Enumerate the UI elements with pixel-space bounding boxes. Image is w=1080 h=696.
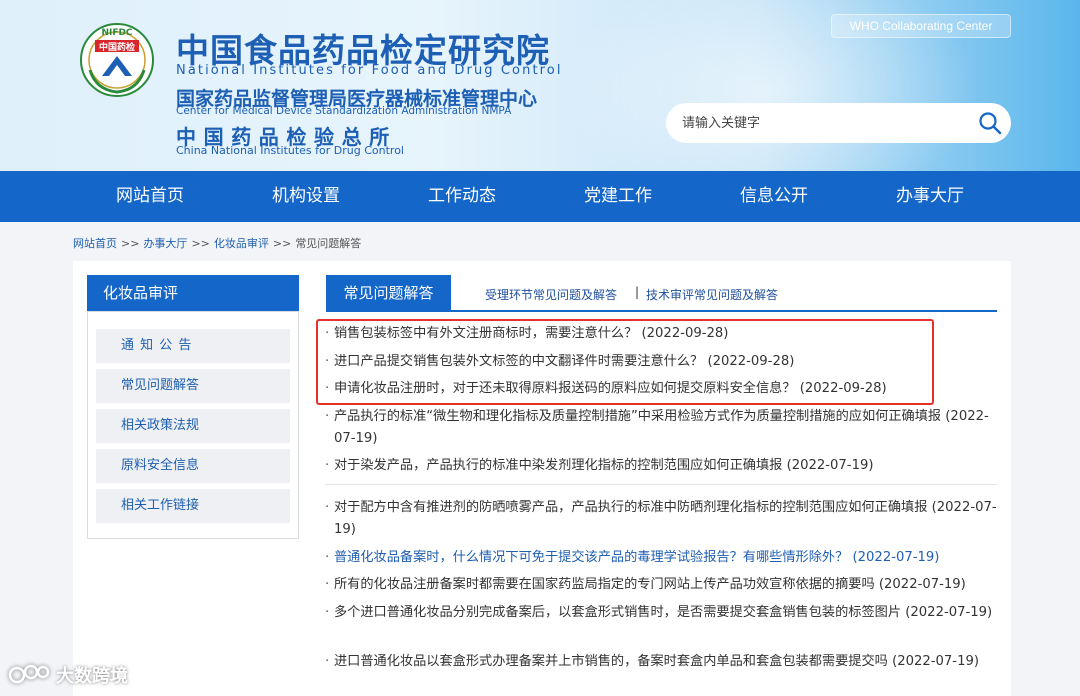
tab-technical-review-faq[interactable]: 技术审评常见问题及解答 bbox=[646, 286, 778, 303]
faq-item[interactable]: · 对于染发产品，产品执行的标准中染发剂理化指标的控制范围应如何正确填报 (202… bbox=[325, 455, 1005, 477]
faq-item[interactable]: · 对于配方中含有推进剂的防晒喷雾产品，产品执行的标准中防晒剂理化指标的控制范围应… bbox=[325, 497, 1005, 541]
bullet: · bbox=[325, 409, 330, 424]
tab-divider: | bbox=[635, 285, 640, 299]
search-box bbox=[666, 103, 1011, 143]
bullet: · bbox=[325, 326, 330, 341]
tab-acceptance-faq[interactable]: 受理环节常见问题及解答 bbox=[485, 286, 617, 303]
faq-item[interactable]: · 多个进口普通化妆品分别完成备案后，以套盒形式销售时，是否需要提交套盒销售包装的… bbox=[325, 602, 1005, 624]
breadcrumb-separator: >> bbox=[121, 237, 140, 250]
logo-badge-text: 中国药检 bbox=[99, 41, 135, 53]
nav-item-service-hall[interactable]: 办事大厅 bbox=[870, 171, 990, 222]
nav-item-news[interactable]: 工作动态 bbox=[402, 171, 522, 222]
main-nav: 网站首页 机构设置 工作动态 党建工作 信息公开 办事大厅 bbox=[0, 171, 1080, 222]
sidebar-title: 化妆品审评 bbox=[87, 275, 299, 311]
nav-item-party-building[interactable]: 党建工作 bbox=[558, 171, 678, 222]
nifdc-logo[interactable]: NIFDC 中国药检 bbox=[78, 20, 156, 100]
bullet: · bbox=[325, 654, 330, 669]
who-collaborating-center-link[interactable]: WHO Collaborating Center bbox=[831, 14, 1011, 38]
search-input[interactable] bbox=[682, 112, 962, 134]
faq-item[interactable]: · 申请化妆品注册时，对于还未取得原料报送码的原料应如何提交原料安全信息？ (20… bbox=[325, 378, 1005, 400]
faq-item[interactable]: · 进口产品提交销售包装外文标签的中文翻译件时需要注意什么？ (2022-09-2… bbox=[325, 351, 1005, 373]
faq-item[interactable]: · 进口普通化妆品以套盒形式办理备案并上市销售的，备案时套盒内单品和套盒包装都需要… bbox=[325, 651, 1005, 673]
sidebar-item-ingredient-safety[interactable]: 原料安全信息 bbox=[96, 449, 290, 483]
breadcrumb-service-hall[interactable]: 办事大厅 bbox=[143, 237, 187, 250]
faq-item-text[interactable]: 进口产品提交销售包装外文标签的中文翻译件时需要注意什么？ (2022-09-28… bbox=[325, 351, 1005, 373]
faq-item[interactable]: · 普通化妆品备案时，什么情况下可免于提交该产品的毒理学试验报告？有哪些情形除外？… bbox=[325, 547, 1005, 569]
faq-item[interactable]: · 销售包装标签中有外文注册商标时，需要注意什么？ (2022-09-28) bbox=[325, 323, 1005, 345]
faq-item-text[interactable]: 进口普通化妆品以套盒形式办理备案并上市销售的，备案时套盒内单品和套盒包装都需要提… bbox=[325, 651, 1005, 673]
faq-item-text[interactable]: 销售包装标签中有外文注册商标时，需要注意什么？ (2022-09-28) bbox=[325, 323, 1005, 345]
site-title-en: National Institutes for Food and Drug Co… bbox=[176, 63, 563, 78]
nav-item-info-disclosure[interactable]: 信息公开 bbox=[714, 171, 834, 222]
breadcrumb-cosmetics-review[interactable]: 化妆品审评 bbox=[214, 237, 269, 250]
breadcrumb: 网站首页 >> 办事大厅 >> 化妆品审评 >> 常见问题解答 bbox=[73, 235, 361, 251]
bullet: · bbox=[325, 381, 330, 396]
subtitle-2-en: China National Institutes for Drug Contr… bbox=[176, 144, 404, 157]
faq-item-text[interactable]: 普通化妆品备案时，什么情况下可免于提交该产品的毒理学试验报告？有哪些情形除外？ … bbox=[325, 547, 1005, 569]
breadcrumb-home[interactable]: 网站首页 bbox=[73, 237, 117, 250]
faq-item[interactable]: · 所有的化妆品注册备案时都需要在国家药监局指定的专门网站上传产品功效宣称依据的摘… bbox=[325, 574, 1005, 596]
sidebar-item-policies[interactable]: 相关政策法规 bbox=[96, 409, 290, 443]
bullet: · bbox=[325, 458, 330, 473]
breadcrumb-separator: >> bbox=[272, 237, 292, 250]
list-divider bbox=[325, 484, 997, 485]
bullet: · bbox=[325, 550, 330, 565]
faq-item-text[interactable]: 多个进口普通化妆品分别完成备案后，以套盒形式销售时，是否需要提交套盒销售包装的标… bbox=[325, 602, 1005, 624]
faq-item-text[interactable]: 对于染发产品，产品执行的标准中染发剂理化指标的控制范围应如何正确填报 (2022… bbox=[325, 455, 1005, 477]
nav-item-organization[interactable]: 机构设置 bbox=[246, 171, 366, 222]
logo-arc-text: NIFDC bbox=[101, 28, 132, 38]
search-icon[interactable] bbox=[978, 111, 1002, 135]
watermark-text: 大数跨境 bbox=[56, 666, 128, 687]
tab-underline bbox=[326, 310, 997, 312]
sidebar-item-notices[interactable]: 通 知 公 告 bbox=[96, 329, 290, 363]
watermark: 大数跨境 bbox=[8, 660, 128, 690]
sidebar-item-related-links[interactable]: 相关工作链接 bbox=[96, 489, 290, 523]
sidebar-item-faq[interactable]: 常见问题解答 bbox=[96, 369, 290, 403]
bullet: · bbox=[325, 500, 330, 515]
nav-item-home[interactable]: 网站首页 bbox=[90, 171, 210, 222]
faq-item-text[interactable]: 产品执行的标准“微生物和理化指标及质量控制措施”中采用检验方式作为质量控制措施的… bbox=[325, 406, 1005, 450]
faq-item-text[interactable]: 申请化妆品注册时，对于还未取得原料报送码的原料应如何提交原料安全信息？ (202… bbox=[325, 378, 1005, 400]
faq-item-text[interactable]: 所有的化妆品注册备案时都需要在国家药监局指定的专门网站上传产品功效宣称依据的摘要… bbox=[325, 574, 1005, 596]
breadcrumb-current: 常见问题解答 bbox=[295, 237, 362, 250]
bullet: · bbox=[325, 354, 330, 369]
subtitle-1-en: Center for Medical Device Standardizatio… bbox=[176, 105, 512, 117]
breadcrumb-separator: >> bbox=[191, 237, 210, 250]
faq-item-text[interactable]: 对于配方中含有推进剂的防晒喷雾产品，产品执行的标准中防晒剂理化指标的控制范围应如… bbox=[325, 497, 1005, 541]
watermark-logo-icon bbox=[8, 664, 50, 684]
tab-faq[interactable]: 常见问题解答 bbox=[326, 275, 451, 311]
bullet: · bbox=[325, 577, 330, 592]
bullet: · bbox=[325, 605, 330, 620]
faq-item[interactable]: · 产品执行的标准“微生物和理化指标及质量控制措施”中采用检验方式作为质量控制措施… bbox=[325, 406, 1005, 450]
